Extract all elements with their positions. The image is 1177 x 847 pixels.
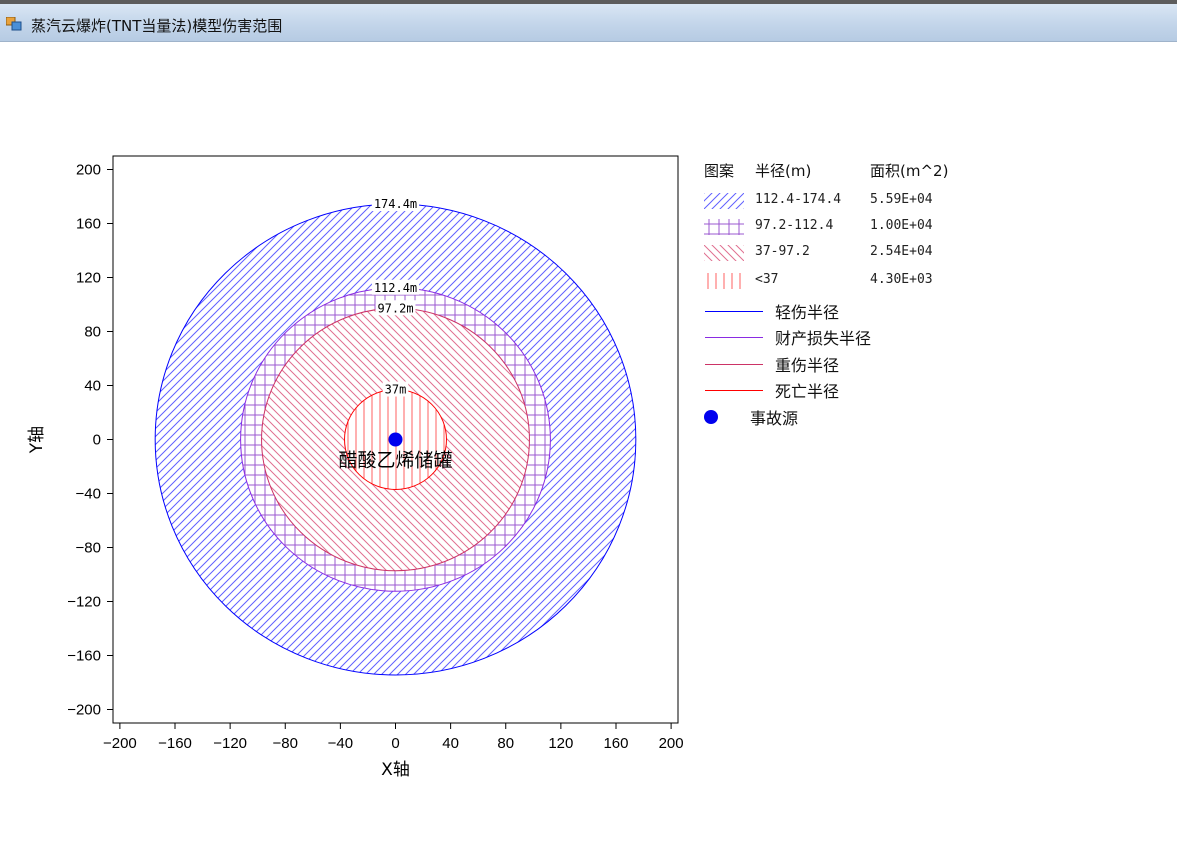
x-tick-label: −160: [158, 735, 192, 752]
x-tick-label: 80: [497, 735, 514, 752]
radius-label: 97.2m: [377, 301, 413, 315]
legend-zone-2: 97.2-112.4 1.00E+04: [700, 218, 960, 244]
y-tick-label: 80: [84, 324, 101, 341]
legend-header-area: 面积(m^2): [870, 162, 949, 180]
legend-line-swatch: [705, 390, 763, 391]
y-tick-label: −40: [76, 486, 101, 503]
legend-zone-range: 112.4-174.4: [755, 192, 842, 207]
legend-line-label: 死亡半径: [775, 382, 840, 401]
legend-line-minor-injury: 轻伤半径: [700, 301, 960, 327]
legend-zone-range: <37: [755, 272, 779, 287]
legend-line-serious-injury: 重伤半径: [700, 354, 960, 380]
backward-hatch-swatch: [704, 245, 744, 261]
y-tick-label: −200: [67, 702, 101, 719]
legend-zone-area: 1.00E+04: [870, 218, 933, 233]
y-tick-label: −160: [67, 648, 101, 665]
radius-label: 174.4m: [374, 197, 417, 211]
legend-line-swatch: [705, 311, 763, 312]
x-tick-label: −80: [273, 735, 298, 752]
accident-source-dot-icon: [704, 410, 718, 424]
x-tick-label: 0: [391, 735, 399, 752]
y-tick-label: 40: [84, 378, 101, 395]
y-tick-label: 120: [76, 270, 101, 287]
legend-zone-range: 97.2-112.4: [755, 218, 834, 233]
y-tick-label: −80: [76, 540, 101, 557]
legend-line-property-loss: 财产损失半径: [700, 327, 960, 353]
x-tick-label: −40: [328, 735, 353, 752]
legend-accident-source: 事故源: [700, 407, 960, 433]
legend-line-label: 财产损失半径: [775, 329, 872, 348]
grid-hatch-swatch: [704, 219, 744, 235]
damage-range-chart: 174.4m 112.4m 97.2m 37m 醋酸乙烯储罐 −200 −160 −120 −8…: [27, 155, 684, 780]
forward-hatch-swatch: [704, 193, 744, 209]
accident-source-marker: [388, 432, 403, 447]
legend-line-label: 重伤半径: [775, 356, 840, 375]
legend-header-pattern: 图案: [704, 162, 735, 180]
x-tick-label: 120: [548, 735, 573, 752]
y-axis-label: Y轴: [27, 426, 47, 454]
legend-zone-area: 5.59E+04: [870, 192, 933, 207]
legend-line-label: 轻伤半径: [775, 303, 840, 322]
x-tick-label: −200: [103, 735, 137, 752]
legend-line-death: 死亡半径: [700, 380, 960, 406]
legend-zone-3: 37-97.2 2.54E+04: [700, 244, 960, 270]
vertical-hatch-swatch: [704, 273, 744, 289]
legend-header-radius: 半径(m): [755, 162, 812, 180]
radius-label: 112.4m: [374, 281, 417, 295]
radius-label: 37m: [385, 383, 407, 397]
legend-line-swatch: [705, 364, 763, 365]
legend-zone-4: <37 4.30E+03: [700, 272, 960, 298]
y-tick-label: 0: [93, 432, 101, 449]
legend-line-swatch: [705, 337, 763, 338]
x-tick-label: 160: [603, 735, 628, 752]
legend-zone-area: 2.54E+04: [870, 244, 933, 259]
x-tick-label: −120: [213, 735, 247, 752]
x-tick-label: 40: [442, 735, 459, 752]
legend-zone-1: 112.4-174.4 5.59E+04: [700, 192, 960, 218]
y-tick-label: 160: [76, 216, 101, 233]
legend-zone-range: 37-97.2: [755, 244, 810, 259]
source-label: 醋酸乙烯储罐: [338, 450, 452, 472]
y-tick-label: 200: [76, 162, 101, 179]
legend-source-label: 事故源: [750, 409, 799, 428]
x-tick-label: 200: [659, 735, 684, 752]
legend-zone-area: 4.30E+03: [870, 272, 933, 287]
y-tick-label: −120: [67, 594, 101, 611]
x-axis-label: X轴: [381, 760, 410, 780]
